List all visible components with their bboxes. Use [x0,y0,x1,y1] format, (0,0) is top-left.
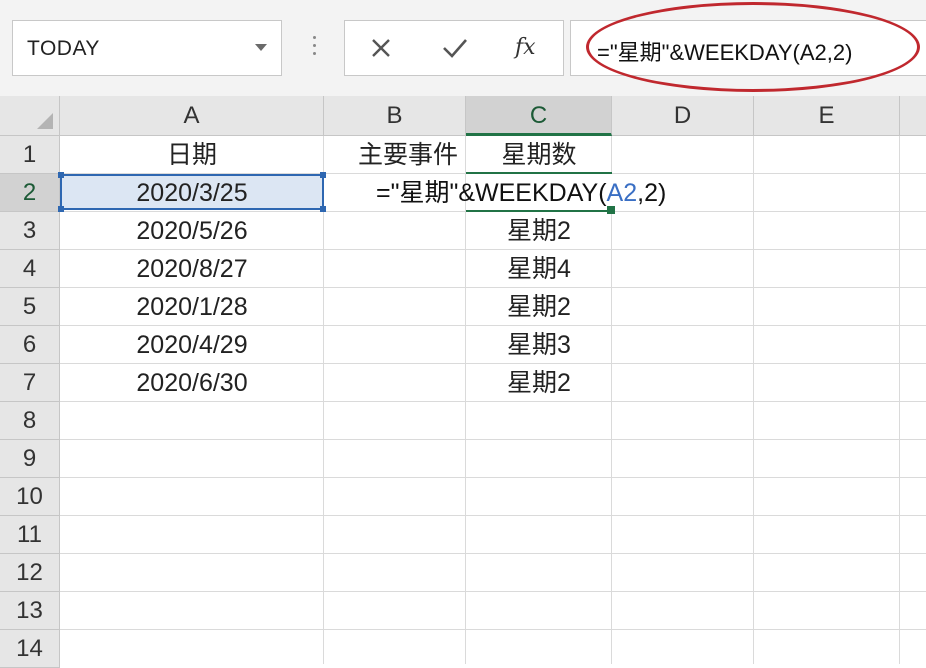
cell-a4[interactable]: 2020/8/27 [60,250,324,288]
gridline [60,591,926,592]
row-header-3[interactable]: 3 [0,212,60,250]
row-header-11[interactable]: 11 [0,516,60,554]
row-header-7[interactable]: 7 [0,364,60,402]
column-header-e[interactable]: E [754,96,900,136]
formula-reference-a2: A2 [606,179,638,207]
column-header-f[interactable] [900,96,926,136]
cell-c6[interactable]: 星期3 [466,326,612,364]
name-box-value: TODAY [27,37,100,60]
cell-c1[interactable]: 星期数 [466,136,612,174]
row-header-9[interactable]: 9 [0,440,60,478]
cell-a6[interactable]: 2020/4/29 [60,326,324,364]
row-header-5[interactable]: 5 [0,288,60,326]
cell-a1[interactable]: 日期 [60,136,324,174]
row-header-8[interactable]: 8 [0,402,60,440]
gridline [60,629,926,630]
cell-c4[interactable]: 星期4 [466,250,612,288]
column-header-a[interactable]: A [60,96,324,136]
cell-a7[interactable]: 2020/6/30 [60,364,324,402]
column-header-b[interactable]: B [324,96,466,136]
insert-function-button[interactable]: fx [507,31,547,65]
row-header-10[interactable]: 10 [0,478,60,516]
more-options-icon[interactable] [313,36,317,60]
name-box[interactable]: TODAY [12,20,282,76]
cell-b1[interactable]: 主要事件 [324,136,458,174]
chevron-down-icon[interactable] [255,44,267,51]
cell-c2-formula[interactable]: ="星期"&WEEKDAY(A2,2) [376,174,666,212]
gridline [60,515,926,516]
cell-a3[interactable]: 2020/5/26 [60,212,324,250]
spreadsheet-grid: A B C D E 1 2 3 4 5 6 7 8 9 10 11 12 13 … [0,96,926,668]
gridline [899,136,900,664]
formula-part: ="星期"&WEEKDAY( [376,179,607,207]
cell-a5[interactable]: 2020/1/28 [60,288,324,326]
row-header-2[interactable]: 2 [0,174,60,212]
formula-input[interactable]: ="星期"&WEEKDAY(A2,2) [570,20,926,76]
cell-a2[interactable]: 2020/3/25 [60,174,324,212]
formula-text: ="星期"&WEEKDAY(A2,2) [597,40,853,65]
cell-c7[interactable]: 星期2 [466,364,612,402]
formula-part: ,2) [637,179,667,207]
row-header-1[interactable]: 1 [0,136,60,174]
gridline [60,439,926,440]
row-header-14[interactable]: 14 [0,630,60,668]
column-header-d[interactable]: D [612,96,754,136]
checkmark-icon[interactable] [435,31,475,65]
formula-bar-area: TODAY fx ="星期"&WEEKDAY(A2,2) [0,0,926,96]
column-header-c[interactable]: C [466,96,612,136]
gridline [753,136,754,664]
fx-label: fx [515,35,536,60]
close-icon[interactable] [361,31,401,65]
gridline [60,477,926,478]
row-header-4[interactable]: 4 [0,250,60,288]
row-header-6[interactable]: 6 [0,326,60,364]
cell-c5[interactable]: 星期2 [466,288,612,326]
select-all-button[interactable] [0,96,60,136]
row-header-12[interactable]: 12 [0,554,60,592]
row-header-13[interactable]: 13 [0,592,60,630]
gridline [60,553,926,554]
formula-buttons: fx [344,20,564,76]
cell-c3[interactable]: 星期2 [466,212,612,250]
